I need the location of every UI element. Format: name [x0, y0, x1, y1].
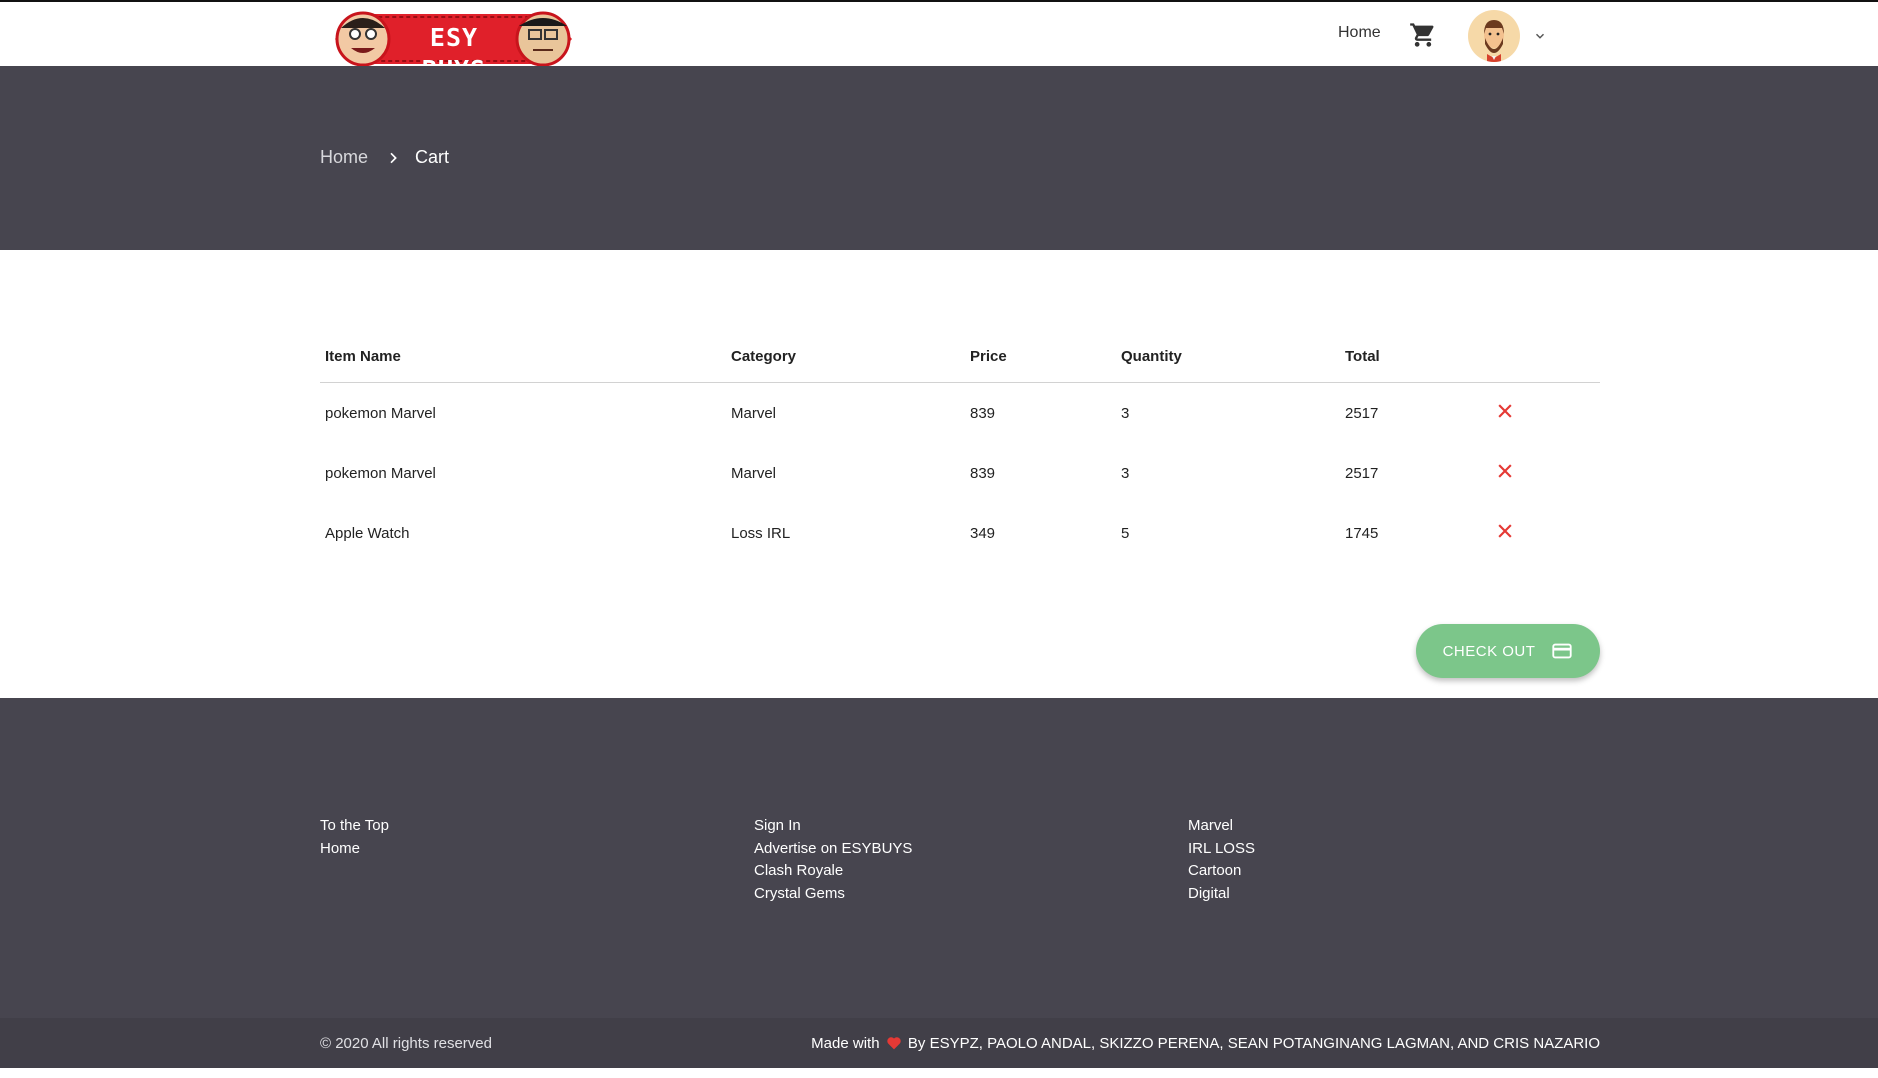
footer-column-account: Sign In Advertise on ESYBUYS Clash Royal… — [754, 815, 912, 905]
cell-quantity: 3 — [1121, 404, 1130, 422]
column-header-actions — [1490, 330, 1600, 383]
cell-quantity: 5 — [1121, 524, 1130, 542]
footer-link-sign-in[interactable]: Sign In — [754, 815, 912, 838]
footer — [0, 698, 1878, 1068]
credits-authors: By ESYPZ, PAOLO ANDAL, SKIZZO PERENA, SE… — [907, 1035, 1600, 1052]
avatar-illustration — [1484, 20, 1504, 62]
cell-item-name: pokemon Marvel — [325, 404, 436, 422]
table-row: pokemon Marvel Marvel 839 3 2517 — [320, 383, 1600, 444]
column-header-quantity: Quantity — [1116, 330, 1340, 383]
cell-actions — [1490, 503, 1600, 563]
heart-icon — [887, 1037, 901, 1050]
remove-item-icon[interactable] — [1495, 521, 1515, 541]
footer-link-digital[interactable]: Digital — [1188, 883, 1255, 906]
checkout-button[interactable]: CHECK OUT — [1416, 624, 1600, 678]
cell-total: 2517 — [1345, 464, 1379, 482]
table-row: pokemon Marvel Marvel 839 3 2517 — [320, 443, 1600, 503]
breadcrumb-home[interactable]: Home — [320, 147, 368, 168]
cell-price: 839 — [970, 404, 996, 422]
chevron-down-icon[interactable] — [1533, 29, 1547, 43]
column-header-category: Category — [726, 330, 965, 383]
logo[interactable]: ESY BUYS — [321, 8, 586, 84]
remove-item-icon[interactable] — [1495, 401, 1515, 421]
column-header-item-name: Item Name — [320, 330, 726, 383]
column-header-total: Total — [1340, 330, 1490, 383]
remove-item-icon[interactable] — [1495, 461, 1515, 481]
cell-item-name: pokemon Marvel — [325, 464, 436, 482]
column-header-price: Price — [965, 330, 1116, 383]
credits-text: Made with By ESYPZ, PAOLO ANDAL, SKIZZO … — [811, 1035, 1600, 1052]
footer-link-to-top[interactable]: To the Top — [320, 815, 389, 838]
cell-category: Marvel — [731, 404, 777, 422]
table-header-row: Item Name Category Price Quantity Total — [320, 330, 1600, 383]
cell-total: 2517 — [1345, 404, 1379, 422]
shopping-cart-icon[interactable] — [1409, 21, 1437, 49]
footer-link-crystal-gems[interactable]: Crystal Gems — [754, 883, 912, 906]
table-row: Apple Watch Loss IRL 349 5 1745 — [320, 503, 1600, 563]
page-hero — [0, 66, 1878, 250]
footer-link-irl-loss[interactable]: IRL LOSS — [1188, 838, 1255, 861]
cell-total: 1745 — [1345, 524, 1379, 542]
credit-card-icon — [1552, 643, 1573, 659]
nav-home-link[interactable]: Home — [1338, 24, 1381, 42]
footer-column-categories: Marvel IRL LOSS Cartoon Digital — [1188, 815, 1255, 905]
cart-table: Item Name Category Price Quantity Total … — [320, 330, 1600, 563]
cell-category: Loss IRL — [731, 524, 791, 542]
footer-link-clash-royale[interactable]: Clash Royale — [754, 860, 912, 883]
footer-link-advertise[interactable]: Advertise on ESYBUYS — [754, 838, 912, 861]
copyright-text: © 2020 All rights reserved — [320, 1035, 492, 1052]
user-avatar[interactable] — [1468, 10, 1520, 62]
footer-link-marvel[interactable]: Marvel — [1188, 815, 1255, 838]
cell-actions — [1490, 383, 1600, 444]
breadcrumb-current: Cart — [415, 147, 450, 167]
logo-text: ESY BUYS — [422, 23, 485, 84]
footer-link-home[interactable]: Home — [320, 838, 389, 861]
checkout-label: CHECK OUT — [1442, 642, 1536, 660]
footer-link-cartoon[interactable]: Cartoon — [1188, 860, 1255, 883]
cell-price: 349 — [970, 524, 996, 542]
cell-actions — [1490, 443, 1600, 503]
cell-price: 839 — [970, 464, 996, 482]
credits-prefix: Made with — [811, 1035, 880, 1052]
chevron-right-icon — [390, 152, 397, 164]
cell-item-name: Apple Watch — [325, 524, 410, 542]
cell-quantity: 3 — [1121, 464, 1130, 482]
header: ESY BUYS Home — [0, 2, 1878, 84]
footer-column-navigation: To the Top Home — [320, 815, 389, 860]
cell-category: Marvel — [731, 464, 777, 482]
